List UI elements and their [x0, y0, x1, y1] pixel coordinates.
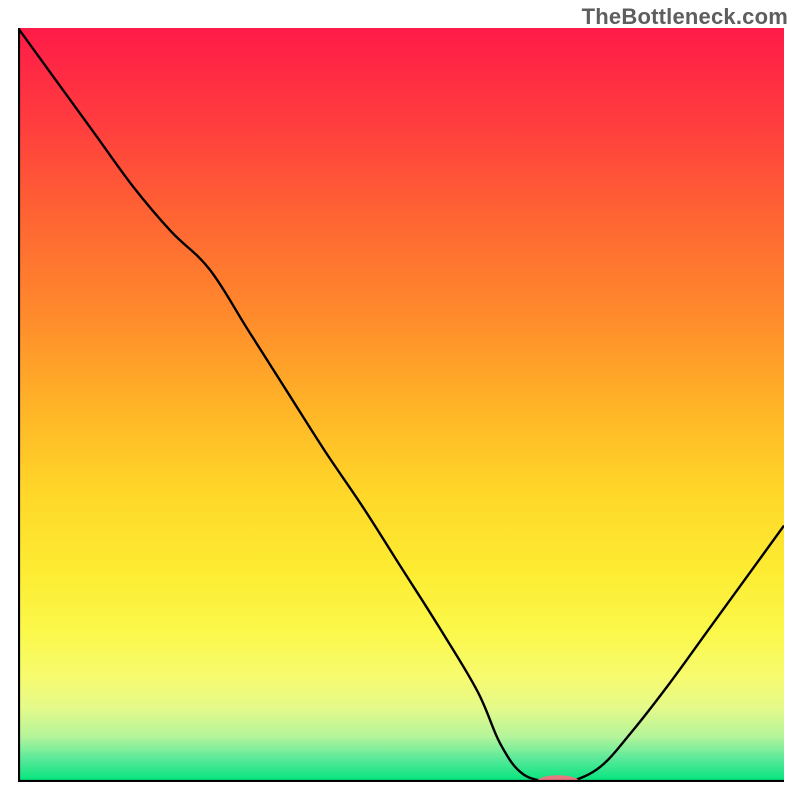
chart-background [18, 28, 784, 782]
chart-svg [18, 28, 784, 782]
chart-container: TheBottleneck.com [0, 0, 800, 800]
watermark-text: TheBottleneck.com [582, 4, 788, 30]
chart-plot-area [18, 28, 784, 782]
